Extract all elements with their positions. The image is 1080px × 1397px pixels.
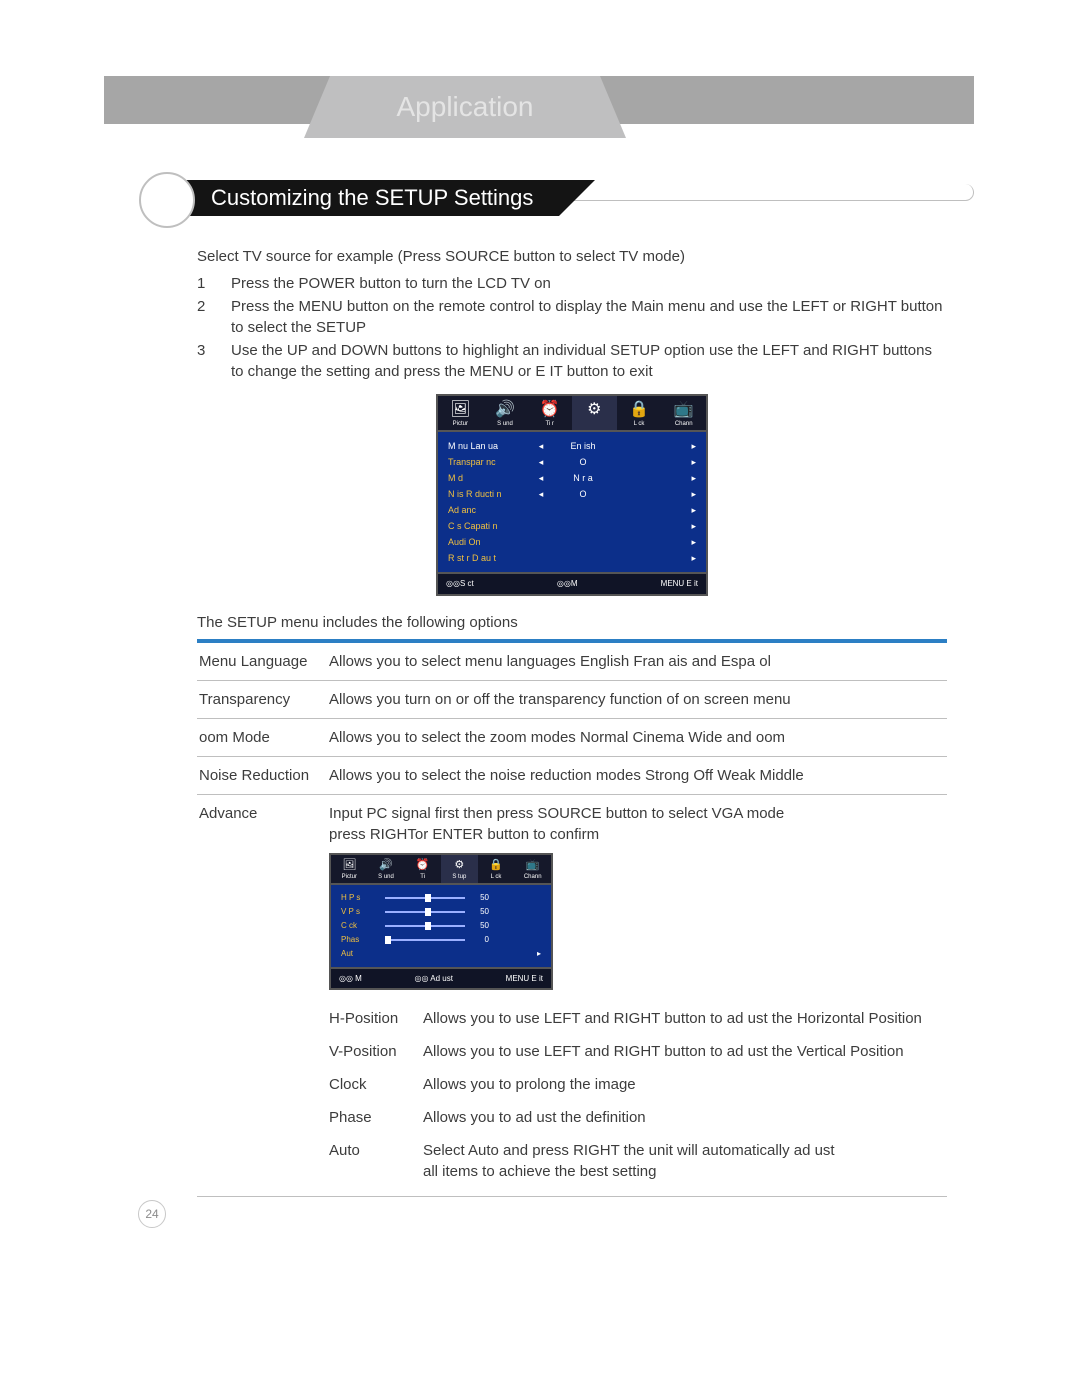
- options-table: Menu LanguageAllows you to select menu l…: [197, 639, 947, 1198]
- step-number: 1: [197, 273, 231, 294]
- osd-tab-label: S und: [378, 874, 394, 880]
- osd-footer-exit: MENU E it: [661, 578, 698, 589]
- sub-option-desc: Select Auto and press RIGHT the unit wil…: [423, 1140, 945, 1182]
- osd-item-label: Aut: [341, 948, 381, 959]
- sub-option-name: H-Position: [329, 1008, 423, 1029]
- content-panel: Customizing the SETUP Settings Select TV…: [170, 184, 974, 201]
- osd-item-value: 50: [469, 920, 489, 931]
- osd-tab-label: Chann: [675, 421, 693, 427]
- step-text: Use the UP and DOWN buttons to highlight…: [231, 340, 947, 382]
- step-row: 2 Press the MENU button on the remote co…: [197, 296, 947, 338]
- lock-icon: 🔒: [617, 400, 662, 420]
- sub-option-name: V-Position: [329, 1041, 423, 1062]
- sub-option-desc: Allows you to prolong the image: [423, 1074, 945, 1095]
- slider-icon: [385, 939, 465, 941]
- slider-icon: [385, 897, 465, 899]
- option-desc: Allows you turn on or off the transparen…: [329, 689, 945, 710]
- sub-option-desc: Allows you to use LEFT and RIGHT button …: [423, 1008, 945, 1029]
- option-desc: Allows you to select the zoom modes Norm…: [329, 727, 945, 748]
- sound-icon: 🔊: [483, 400, 528, 420]
- osd-item-label: Phas: [341, 934, 381, 945]
- page-number-value: 24: [138, 1200, 166, 1228]
- sub-option-desc: Allows you to use LEFT and RIGHT button …: [423, 1041, 945, 1062]
- option-desc: Allows you to select menu languages Engl…: [329, 651, 945, 672]
- osd-item-label: M nu Lan ua: [448, 440, 534, 453]
- option-name: Noise Reduction: [199, 765, 329, 786]
- step-row: 1 Press the POWER button to turn the LCD…: [197, 273, 947, 294]
- sub-option-name: Phase: [329, 1107, 423, 1128]
- osd-item-value: En ish: [548, 440, 618, 453]
- osd-footer-move: ◎◎M: [557, 578, 578, 589]
- option-desc: Allows you to select the noise reduction…: [329, 765, 945, 786]
- osd-item-label: M d: [448, 472, 534, 485]
- osd-tab-label: S tup: [452, 874, 466, 880]
- section-title: Customizing the SETUP Settings: [165, 180, 559, 216]
- channel-icon: 📺: [514, 859, 551, 873]
- osd-tab-label: Ti r: [545, 421, 553, 427]
- osd-item-label: Ad anc: [448, 504, 534, 517]
- osd-tab-label: S und: [497, 421, 513, 427]
- osd-footer-move: ◎◎ M: [339, 973, 362, 984]
- osd-item-label: H P s: [341, 892, 381, 903]
- step-row: 3 Use the UP and DOWN buttons to highlig…: [197, 340, 947, 382]
- options-intro: The SETUP menu includes the following op…: [197, 612, 947, 633]
- osd-item-label: C ck: [341, 920, 381, 931]
- osd-item-label: N is R ducti n: [448, 488, 534, 501]
- step-number: 3: [197, 340, 231, 382]
- header-tab: Application: [330, 76, 600, 138]
- osd-tab-label: Pictur: [342, 874, 357, 880]
- channel-icon: 📺: [661, 400, 706, 420]
- step-number: 2: [197, 296, 231, 338]
- sub-option-name: Auto: [329, 1140, 423, 1182]
- osd-tab-label: L ck: [491, 874, 502, 880]
- osd-footer-exit: MENU E it: [506, 973, 543, 984]
- osd-item-label: R st r D au t: [448, 552, 534, 565]
- osd-footer-adjust: ◎◎ Ad ust: [415, 973, 453, 984]
- osd-tab-label: Pictur: [453, 421, 468, 427]
- osd-tab-label: Ti: [420, 874, 425, 880]
- osd-item-value: 50: [469, 892, 489, 903]
- osd-item-label: V P s: [341, 906, 381, 917]
- step-list: 1 Press the POWER button to turn the LCD…: [197, 273, 947, 382]
- setup-icon: ⚙: [572, 400, 617, 420]
- option-name: Menu Language: [199, 651, 329, 672]
- step-text: Press the POWER button to turn the LCD T…: [231, 273, 947, 294]
- timer-icon: ⏰: [404, 859, 441, 873]
- sub-option-desc: Allows you to ad ust the definition: [423, 1107, 945, 1128]
- slider-icon: [385, 925, 465, 927]
- setup-icon: ⚙: [441, 859, 478, 873]
- advance-sub-options: H-PositionAllows you to use LEFT and RIG…: [329, 1002, 945, 1188]
- picture-icon: 🖼: [438, 400, 483, 420]
- option-name: Transparency: [199, 689, 329, 710]
- osd-item-value: O: [548, 456, 618, 469]
- lock-icon: 🔒: [478, 859, 515, 873]
- osd-tab-label: Chann: [524, 874, 542, 880]
- slider-icon: [385, 911, 465, 913]
- option-desc: Input PC signal first then press SOURCE …: [329, 803, 945, 845]
- setup-osd-screenshot: 🖼Pictur 🔊S und ⏰Ti r ⚙ 🔒L ck 📺Chann M nu…: [436, 394, 708, 596]
- picture-icon: 🖼: [331, 859, 368, 873]
- osd-item-value: 50: [469, 906, 489, 917]
- osd-item-label: Transpar nc: [448, 456, 534, 469]
- osd-item-value: O: [548, 488, 618, 501]
- osd-footer-select: ◎◎S ct: [446, 578, 474, 589]
- sound-icon: 🔊: [368, 859, 405, 873]
- intro-text: Select TV source for example (Press SOUR…: [197, 246, 947, 267]
- page-number: 24: [138, 1200, 166, 1228]
- advance-osd-screenshot: 🖼Pictur 🔊S und ⏰Ti ⚙S tup 🔒L ck 📺Chann H…: [329, 853, 553, 991]
- osd-item-label: C s Capati n: [448, 520, 534, 533]
- osd-item-value: 0: [469, 934, 489, 945]
- sub-option-name: Clock: [329, 1074, 423, 1095]
- option-name: Advance: [199, 803, 329, 1189]
- osd-item-label: Audi On: [448, 536, 534, 549]
- option-name: oom Mode: [199, 727, 329, 748]
- osd-item-value: N r a: [548, 472, 618, 485]
- step-text: Press the MENU button on the remote cont…: [231, 296, 947, 338]
- osd-tab-label: L ck: [634, 421, 645, 427]
- timer-icon: ⏰: [527, 400, 572, 420]
